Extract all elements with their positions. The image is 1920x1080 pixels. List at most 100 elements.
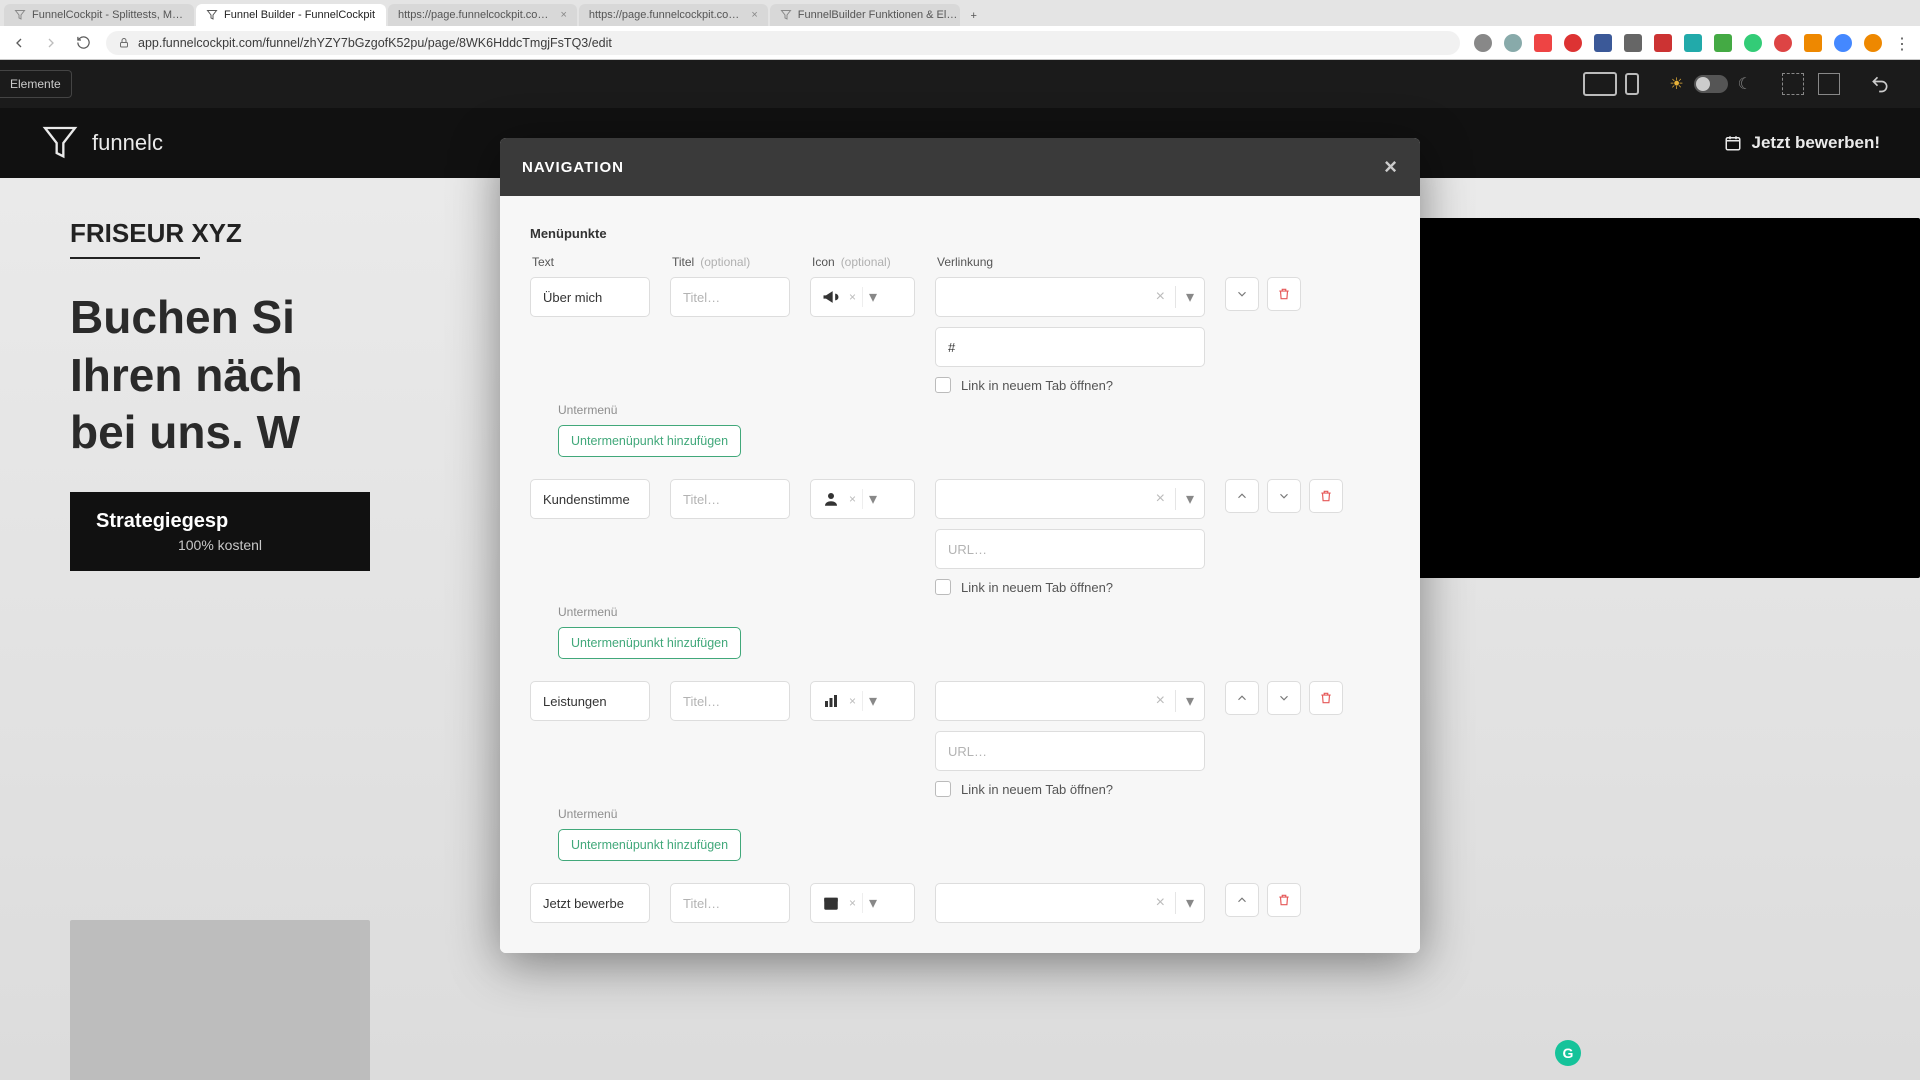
menu-text-input[interactable] — [530, 479, 650, 519]
site-favicon — [14, 9, 26, 21]
browser-tab[interactable]: FunnelBuilder Funktionen & El… × — [770, 4, 960, 26]
menu-text-input[interactable] — [530, 681, 650, 721]
browser-tab[interactable]: Funnel Builder - FunnelCockpit × — [196, 4, 386, 26]
link-url-input[interactable] — [935, 327, 1205, 367]
tab-label: FunnelCockpit - Splittests, M… — [32, 9, 183, 21]
kebab-menu-icon[interactable]: ⋮ — [1894, 34, 1910, 52]
add-submenu-button[interactable]: Untermenüpunkt hinzufügen — [558, 829, 741, 861]
add-submenu-button[interactable]: Untermenüpunkt hinzufügen — [558, 627, 741, 659]
forward-button[interactable] — [42, 34, 60, 52]
clear-icon[interactable]: × — [849, 896, 856, 910]
submenu-block: Untermenü Untermenüpunkt hinzufügen — [558, 807, 1390, 861]
icon-select[interactable]: × ▾ — [810, 883, 915, 923]
ext-icon[interactable] — [1534, 34, 1552, 52]
checkbox[interactable] — [935, 377, 951, 393]
link-type-select[interactable]: × ▾ — [935, 883, 1205, 923]
icon-select[interactable]: × ▾ — [810, 681, 915, 721]
close-icon[interactable]: × — [751, 9, 757, 21]
delete-button[interactable] — [1309, 479, 1343, 513]
sun-icon[interactable]: ☀ — [1669, 74, 1683, 94]
chevron-down-icon[interactable]: ▾ — [869, 691, 877, 711]
clear-icon[interactable]: × — [849, 694, 856, 708]
ext-icon[interactable] — [1744, 34, 1762, 52]
ext-icon[interactable] — [1774, 34, 1792, 52]
browser-tab[interactable]: FunnelCockpit - Splittests, M… × — [4, 4, 194, 26]
ext-icon[interactable] — [1804, 34, 1822, 52]
moon-icon[interactable]: ☾ — [1738, 74, 1752, 94]
clear-icon[interactable]: × — [1156, 288, 1165, 306]
delete-button[interactable] — [1267, 883, 1301, 917]
menu-title-input[interactable] — [670, 479, 790, 519]
elements-panel-toggle[interactable]: Elemente — [0, 70, 72, 98]
snap-toggle-icon[interactable] — [1818, 73, 1840, 95]
icon-select[interactable]: × ▾ — [810, 277, 915, 317]
link-url-input[interactable] — [935, 731, 1205, 771]
reload-button[interactable] — [74, 34, 92, 52]
clear-icon[interactable]: × — [1156, 894, 1165, 912]
desktop-preview-icon[interactable] — [1583, 72, 1617, 96]
checkbox[interactable] — [935, 579, 951, 595]
clear-icon[interactable]: × — [849, 290, 856, 304]
ext-icon[interactable] — [1714, 34, 1732, 52]
address-bar[interactable]: app.funnelcockpit.com/funnel/zhYZY7bGzgo… — [106, 31, 1460, 55]
new-tab-button[interactable]: + — [962, 6, 986, 26]
chevron-down-icon[interactable]: ▾ — [1186, 287, 1194, 307]
chevron-down-icon[interactable]: ▾ — [869, 287, 877, 307]
add-submenu-button[interactable]: Untermenüpunkt hinzufügen — [558, 425, 741, 457]
ext-icon[interactable] — [1594, 34, 1612, 52]
delete-button[interactable] — [1267, 277, 1301, 311]
newtab-checkbox-row[interactable]: Link in neuem Tab öffnen? — [935, 781, 1205, 797]
clear-icon[interactable]: × — [1156, 490, 1165, 508]
move-down-button[interactable] — [1267, 479, 1301, 513]
move-up-button[interactable] — [1225, 681, 1259, 715]
grammarly-badge-icon[interactable]: G — [1555, 1040, 1581, 1066]
menu-title-input[interactable] — [670, 277, 790, 317]
move-down-button[interactable] — [1267, 681, 1301, 715]
theme-switch[interactable] — [1694, 75, 1728, 93]
back-button[interactable] — [10, 34, 28, 52]
ext-icon[interactable] — [1624, 34, 1642, 52]
link-type-select[interactable]: × ▾ — [935, 479, 1205, 519]
grid-toggle-icon[interactable] — [1782, 73, 1804, 95]
link-url-input[interactable] — [935, 529, 1205, 569]
ext-icon[interactable] — [1474, 34, 1492, 52]
calendar-icon — [819, 891, 843, 915]
icon-select[interactable]: × ▾ — [810, 479, 915, 519]
tab-label: https://page.funnelcockpit.co… — [589, 9, 739, 21]
chevron-down-icon[interactable]: ▾ — [1186, 691, 1194, 711]
section-label: Menüpunkte — [530, 226, 1390, 241]
chevron-down-icon[interactable]: ▾ — [1186, 489, 1194, 509]
mobile-preview-icon[interactable] — [1625, 73, 1639, 95]
ext-icon[interactable] — [1684, 34, 1702, 52]
ext-icon[interactable] — [1504, 34, 1522, 52]
chevron-down-icon[interactable]: ▾ — [869, 489, 877, 509]
newtab-checkbox-row[interactable]: Link in neuem Tab öffnen? — [935, 579, 1205, 595]
menu-title-input[interactable] — [670, 883, 790, 923]
menu-text-input[interactable] — [530, 277, 650, 317]
ext-icon[interactable] — [1834, 34, 1852, 52]
link-type-select[interactable]: × ▾ — [935, 681, 1205, 721]
browser-tab[interactable]: https://page.funnelcockpit.co… × — [579, 4, 768, 26]
close-icon[interactable]: × — [1384, 154, 1398, 180]
newtab-checkbox-row[interactable]: Link in neuem Tab öffnen? — [935, 377, 1205, 393]
browser-tab[interactable]: https://page.funnelcockpit.co… × — [388, 4, 577, 26]
delete-button[interactable] — [1309, 681, 1343, 715]
move-up-button[interactable] — [1225, 883, 1259, 917]
ext-icon[interactable] — [1564, 34, 1582, 52]
clear-icon[interactable]: × — [1156, 692, 1165, 710]
undo-button[interactable] — [1870, 74, 1890, 94]
user-icon — [819, 487, 843, 511]
chevron-down-icon[interactable]: ▾ — [1186, 893, 1194, 913]
checkbox[interactable] — [935, 781, 951, 797]
move-up-button[interactable] — [1225, 479, 1259, 513]
link-type-select[interactable]: × ▾ — [935, 277, 1205, 317]
move-down-button[interactable] — [1225, 277, 1259, 311]
ext-icon[interactable] — [1654, 34, 1672, 52]
clear-icon[interactable]: × — [849, 492, 856, 506]
menu-text-input[interactable] — [530, 883, 650, 923]
menu-title-input[interactable] — [670, 681, 790, 721]
profile-avatar[interactable] — [1864, 34, 1882, 52]
close-icon[interactable]: × — [560, 9, 566, 21]
chevron-down-icon[interactable]: ▾ — [869, 893, 877, 913]
tab-label: FunnelBuilder Funktionen & El… — [798, 9, 958, 21]
